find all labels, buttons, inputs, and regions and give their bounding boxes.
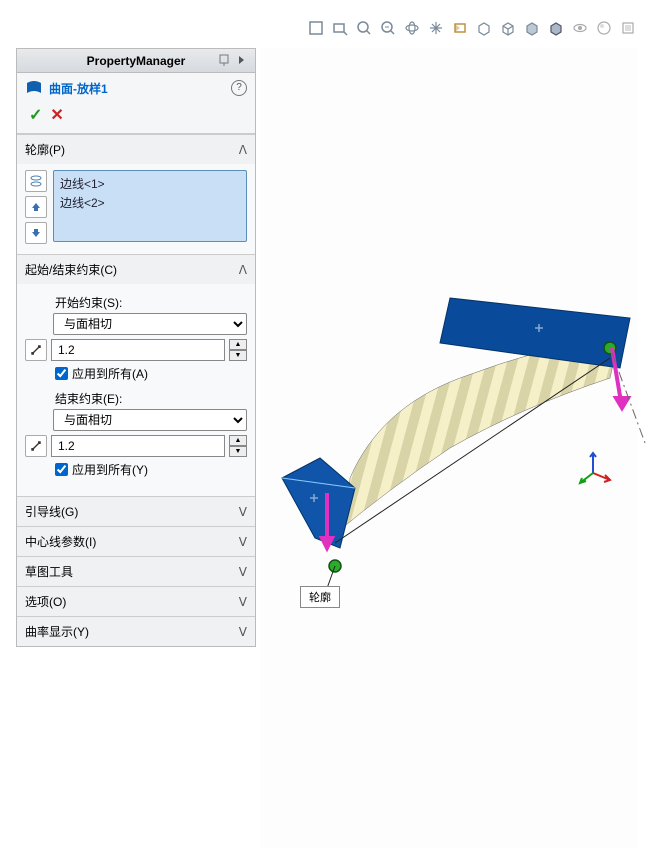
model-preview (260, 48, 640, 588)
end-length-input[interactable] (51, 435, 225, 457)
spinner-up-button[interactable]: ▲ (229, 339, 247, 350)
tool-appearance-icon[interactable] (594, 18, 614, 38)
view-triad[interactable] (578, 448, 618, 491)
chevron-down-icon: ᐯ (239, 595, 247, 609)
tool-scene-icon[interactable] (618, 18, 638, 38)
tool-pan-icon[interactable] (426, 18, 446, 38)
profiles-listbox[interactable]: 边线<1> 边线<2> (53, 170, 247, 242)
property-manager-panel: PropertyManager 曲面-放样1 ? ✓ ✕ 轮廓(P) ᐱ (16, 48, 256, 647)
tool-shaded-edges-icon[interactable] (546, 18, 566, 38)
list-item[interactable]: 边线<1> (60, 175, 240, 192)
panel-pushpin-icon[interactable] (217, 53, 233, 69)
guide-curves-header[interactable]: 引导线(G) ᐯ (17, 497, 255, 526)
centerline-section: 中心线参数(I) ᐯ (17, 526, 255, 556)
apply-all-end-checkbox[interactable] (55, 463, 68, 476)
panel-arrow-icon[interactable] (235, 53, 251, 69)
curvature-header[interactable]: 曲率显示(Y) ᐯ (17, 617, 255, 646)
move-down-button[interactable] (25, 222, 47, 244)
curvature-section: 曲率显示(Y) ᐯ (17, 616, 255, 646)
tool-rotate-icon[interactable] (402, 18, 422, 38)
tool-zoom-area-icon[interactable] (330, 18, 350, 38)
sketch-tools-header[interactable]: 草图工具 ᐯ (17, 557, 255, 586)
profile-callout[interactable]: 轮廓 (300, 586, 340, 608)
move-up-button[interactable] (25, 196, 47, 218)
tool-display-style-icon[interactable] (474, 18, 494, 38)
apply-all-start-label: 应用到所有(A) (72, 365, 148, 382)
tool-zoom-fit-icon[interactable] (306, 18, 326, 38)
options-header[interactable]: 选项(O) ᐯ (17, 587, 255, 616)
accept-button[interactable]: ✓ (29, 105, 42, 125)
loft-surface-icon (25, 79, 43, 97)
start-constraint-label: 开始约束(S): (55, 294, 247, 311)
tool-visibility-icon[interactable] (570, 18, 590, 38)
tool-hidden-lines-icon[interactable] (498, 18, 518, 38)
chevron-down-icon: ᐯ (239, 565, 247, 579)
graphics-viewport[interactable]: 轮廓 (260, 48, 638, 848)
constraints-section: 起始/结束约束(C) ᐱ 开始约束(S): 与面相切 ▲ ▼ 应用到所有(A) (17, 254, 255, 496)
options-section: 选项(O) ᐯ (17, 586, 255, 616)
sketch-tools-section: 草图工具 ᐯ (17, 556, 255, 586)
tool-shaded-icon[interactable] (522, 18, 542, 38)
list-item[interactable]: 边线<2> (60, 194, 240, 211)
chevron-down-icon: ᐯ (239, 535, 247, 549)
apply-all-start-checkbox[interactable] (55, 367, 68, 380)
view-toolbar (306, 16, 638, 40)
profiles-section: 轮廓(P) ᐱ 边线<1> 边线<2> (17, 134, 255, 254)
tool-zoom-in-icon[interactable] (354, 18, 374, 38)
chevron-down-icon: ᐯ (239, 505, 247, 519)
action-buttons: ✓ ✕ (17, 103, 255, 133)
help-icon[interactable]: ? (231, 80, 247, 96)
spinner-up-button[interactable]: ▲ (229, 435, 247, 446)
start-constraint-select[interactable]: 与面相切 (53, 313, 247, 335)
end-constraint-label: 结束约束(E): (55, 390, 247, 407)
spinner-down-button[interactable]: ▼ (229, 350, 247, 361)
spinner-down-button[interactable]: ▼ (229, 446, 247, 457)
panel-title-bar: PropertyManager (17, 49, 255, 73)
direction-flip-icon[interactable] (25, 435, 47, 457)
guide-curves-section: 引导线(G) ᐯ (17, 496, 255, 526)
direction-flip-icon[interactable] (25, 339, 47, 361)
chevron-down-icon: ᐯ (239, 625, 247, 639)
tool-section-icon[interactable] (450, 18, 470, 38)
profiles-header[interactable]: 轮廓(P) ᐱ (17, 135, 255, 164)
feature-title-row: 曲面-放样1 ? (17, 73, 255, 103)
feature-name: 曲面-放样1 (49, 80, 108, 97)
centerline-header[interactable]: 中心线参数(I) ᐯ (17, 527, 255, 556)
tool-zoom-out-icon[interactable] (378, 18, 398, 38)
apply-all-end-label: 应用到所有(Y) (72, 461, 148, 478)
constraints-header[interactable]: 起始/结束约束(C) ᐱ (17, 255, 255, 284)
end-constraint-select[interactable]: 与面相切 (53, 409, 247, 431)
profile-select-icon[interactable] (25, 170, 47, 192)
start-length-input[interactable] (51, 339, 225, 361)
cancel-button[interactable]: ✕ (50, 105, 63, 125)
chevron-up-icon: ᐱ (239, 143, 247, 157)
panel-title: PropertyManager (87, 54, 186, 68)
chevron-up-icon: ᐱ (239, 263, 247, 277)
